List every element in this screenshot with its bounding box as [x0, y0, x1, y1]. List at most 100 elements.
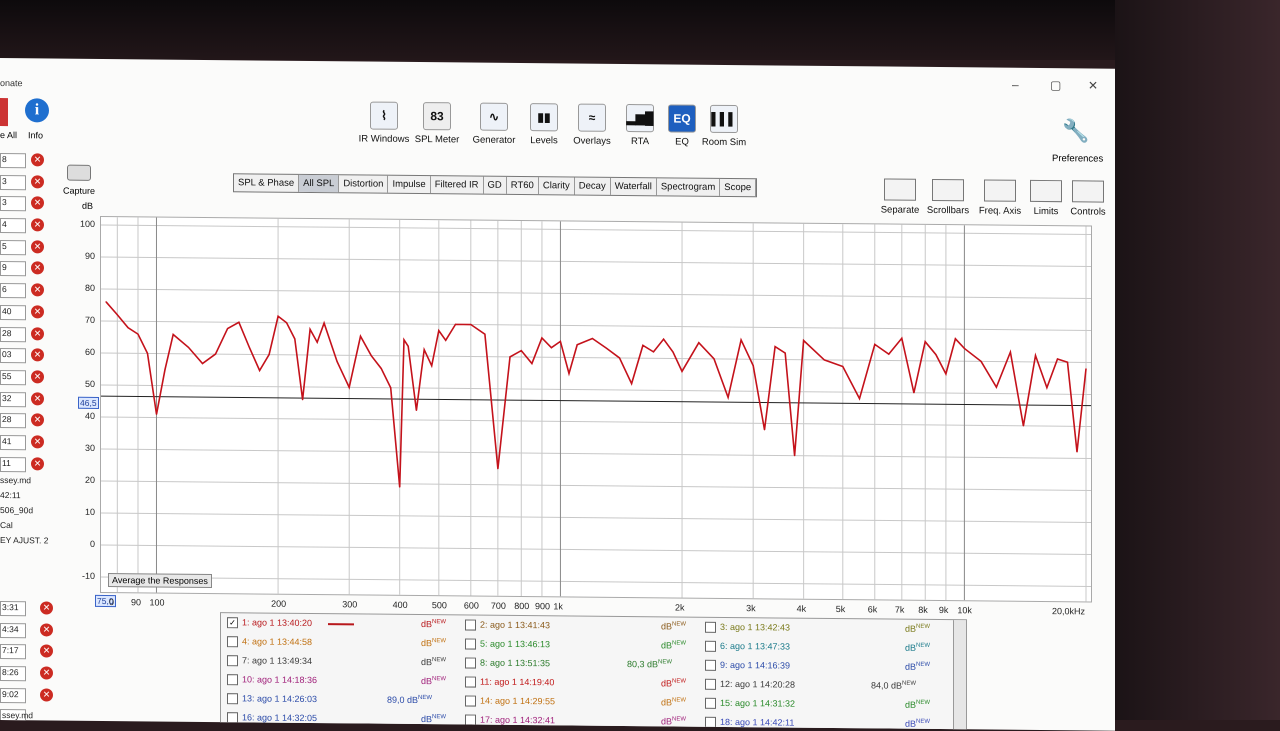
- remove-measurement-icon[interactable]: ✕: [31, 261, 44, 275]
- legend-item[interactable]: 11: ago 1 14:19:40: [465, 676, 554, 688]
- remove-measurement-icon[interactable]: ✕: [31, 413, 44, 427]
- legend-checkbox[interactable]: [227, 712, 238, 724]
- tab-decay[interactable]: Decay: [574, 177, 611, 195]
- tab-rt60[interactable]: RT60: [506, 176, 539, 195]
- legend-item[interactable]: 5: ago 1 13:46:13: [465, 638, 550, 650]
- scrollbars-button[interactable]: Scrollbars: [918, 178, 978, 217]
- legend-item[interactable]: 9: ago 1 14:16:39: [705, 659, 790, 672]
- tab-spl-phase[interactable]: SPL & Phase: [234, 174, 300, 192]
- remove-measurement-icon[interactable]: ✕: [31, 391, 44, 405]
- preferences-label[interactable]: Preferences: [1052, 153, 1103, 164]
- sidebar-measurement[interactable]: 4:34 ✕: [0, 620, 58, 642]
- legend-item[interactable]: 4: ago 1 13:44:58: [227, 636, 312, 648]
- tab-filtered-ir[interactable]: Filtered IR: [430, 176, 484, 194]
- spl-meter-button[interactable]: 83 SPL Meter: [405, 102, 469, 146]
- sidebar-measurement[interactable]: 11 ✕: [0, 454, 56, 476]
- remove-measurement-icon[interactable]: ✕: [31, 348, 44, 362]
- sidebar-measurement[interactable]: 8:26 ✕: [0, 663, 58, 685]
- remove-measurement-icon[interactable]: ✕: [40, 688, 53, 702]
- legend-checkbox[interactable]: [227, 693, 238, 705]
- legend-item[interactable]: 18: ago 1 14:42:11: [705, 716, 794, 729]
- sidebar-measurement[interactable]: ssey.md: [0, 706, 58, 728]
- legend-item[interactable]: 8: ago 1 13:51:35: [465, 657, 550, 669]
- legend-checkbox[interactable]: [227, 655, 238, 667]
- remove-measurement-icon[interactable]: ✕: [31, 435, 44, 449]
- tab-distortion[interactable]: Distortion: [339, 175, 389, 193]
- sidebar-measurement[interactable]: 7:17 ✕: [0, 641, 58, 663]
- legend-item[interactable]: 14: ago 1 14:29:55: [465, 695, 555, 707]
- remove-measurement-icon[interactable]: ✕: [31, 326, 44, 340]
- sidebar-measurement[interactable]: 3 ✕: [0, 172, 56, 194]
- room-sim-button[interactable]: ▌▌▌ Room Sim: [692, 104, 756, 149]
- legend-item[interactable]: ✓ 1: ago 1 13:40:20: [227, 617, 355, 629]
- legend-item[interactable]: 12: ago 1 14:20:28: [705, 678, 795, 691]
- legend-checkbox[interactable]: [465, 638, 476, 650]
- sidebar-measurement[interactable]: 55 ✕: [0, 367, 56, 389]
- legend-checkbox[interactable]: [705, 659, 716, 671]
- sidebar-measurement[interactable]: 4 ✕: [0, 215, 56, 237]
- remove-measurement-icon[interactable]: ✕: [31, 283, 44, 297]
- remove-measurement-icon[interactable]: ✕: [31, 240, 44, 254]
- tab-spectrogram[interactable]: Spectrogram: [656, 178, 721, 196]
- legend-checkbox[interactable]: [465, 657, 476, 669]
- legend-checkbox[interactable]: [705, 697, 716, 709]
- remove-measurement-icon[interactable]: ✕: [31, 153, 44, 167]
- remove-measurement-icon[interactable]: ✕: [31, 370, 44, 384]
- remove-measurement-icon[interactable]: ✕: [40, 666, 53, 680]
- sidebar-measurement[interactable]: 9:02 ✕: [0, 685, 58, 707]
- legend-checkbox[interactable]: [705, 621, 716, 633]
- remove-measurement-icon[interactable]: ✕: [40, 623, 53, 637]
- legend-checkbox[interactable]: [705, 640, 716, 652]
- sidebar-measurement[interactable]: 03 ✕: [0, 345, 56, 367]
- remove-measurement-icon[interactable]: ✕: [31, 174, 44, 189]
- spl-plot-area[interactable]: [100, 215, 1092, 603]
- maximize-button[interactable]: ▢: [1050, 78, 1061, 92]
- close-window-button[interactable]: ✕: [1088, 78, 1098, 92]
- legend-checkbox[interactable]: [465, 714, 476, 726]
- info-icon[interactable]: i: [25, 98, 49, 123]
- sidebar-measurement[interactable]: 40 ✕: [0, 302, 56, 324]
- remove-measurement-icon[interactable]: ✕: [31, 218, 44, 232]
- legend-checkbox[interactable]: [705, 678, 716, 690]
- minimize-button[interactable]: –: [1012, 78, 1019, 92]
- legend-item[interactable]: 17: ago 1 14:32:41: [465, 714, 555, 726]
- remove-measurement-icon[interactable]: ✕: [31, 196, 44, 210]
- tab-clarity[interactable]: Clarity: [538, 177, 575, 195]
- sidebar-measurement[interactable]: 3:31 ✕: [0, 598, 58, 620]
- legend-checkbox[interactable]: [465, 619, 476, 631]
- legend-checkbox[interactable]: [465, 695, 476, 707]
- sidebar-measurement[interactable]: 28 ✕: [0, 324, 56, 346]
- remove-measurement-icon[interactable]: ✕: [31, 305, 44, 319]
- legend-item[interactable]: 15: ago 1 14:31:32: [705, 697, 795, 710]
- wrench-icon[interactable]: 🔧: [1062, 118, 1089, 144]
- tab-gd[interactable]: GD: [483, 176, 507, 194]
- sidebar-measurement[interactable]: 32 ✕: [0, 389, 56, 411]
- legend-item[interactable]: 16: ago 1 14:32:05: [227, 712, 317, 724]
- remove-measurement-icon[interactable]: ✕: [40, 601, 53, 615]
- legend-checkbox[interactable]: [465, 676, 476, 688]
- tab-waterfall[interactable]: Waterfall: [610, 177, 657, 196]
- legend-item[interactable]: 13: ago 1 14:26:03: [227, 693, 317, 705]
- tab-all-spl[interactable]: All SPL: [299, 174, 340, 193]
- legend-scrollbar[interactable]: [953, 620, 966, 731]
- legend-checkbox[interactable]: [705, 716, 716, 728]
- legend-checkbox[interactable]: [227, 636, 238, 648]
- average-responses-button[interactable]: Average the Responses: [108, 573, 212, 589]
- remove-measurement-icon[interactable]: ✕: [40, 644, 53, 658]
- controls-button[interactable]: Controls: [1058, 180, 1115, 218]
- close-all-icon[interactable]: [0, 98, 8, 127]
- legend-item[interactable]: 3: ago 1 13:42:43: [705, 621, 790, 634]
- sidebar-measurement[interactable]: 5 ✕: [0, 237, 56, 259]
- sidebar-measurement[interactable]: 41 ✕: [0, 432, 56, 454]
- tab-scope[interactable]: Scope: [720, 178, 757, 197]
- legend-item[interactable]: 7: ago 1 13:49:34: [227, 655, 312, 667]
- remove-measurement-icon[interactable]: ✕: [31, 456, 44, 471]
- legend-checkbox[interactable]: ✓: [227, 617, 238, 629]
- legend-item[interactable]: 6: ago 1 13:47:33: [705, 640, 790, 653]
- sidebar-measurement[interactable]: 8 ✕: [0, 150, 56, 172]
- sidebar-measurement[interactable]: 28 ✕: [0, 410, 56, 432]
- legend-item[interactable]: 10: ago 1 14:18:36: [227, 674, 317, 686]
- tab-impulse[interactable]: Impulse: [388, 175, 431, 194]
- sidebar-measurement[interactable]: 3 ✕: [0, 193, 56, 215]
- legend-item[interactable]: 2: ago 1 13:41:43: [465, 619, 550, 631]
